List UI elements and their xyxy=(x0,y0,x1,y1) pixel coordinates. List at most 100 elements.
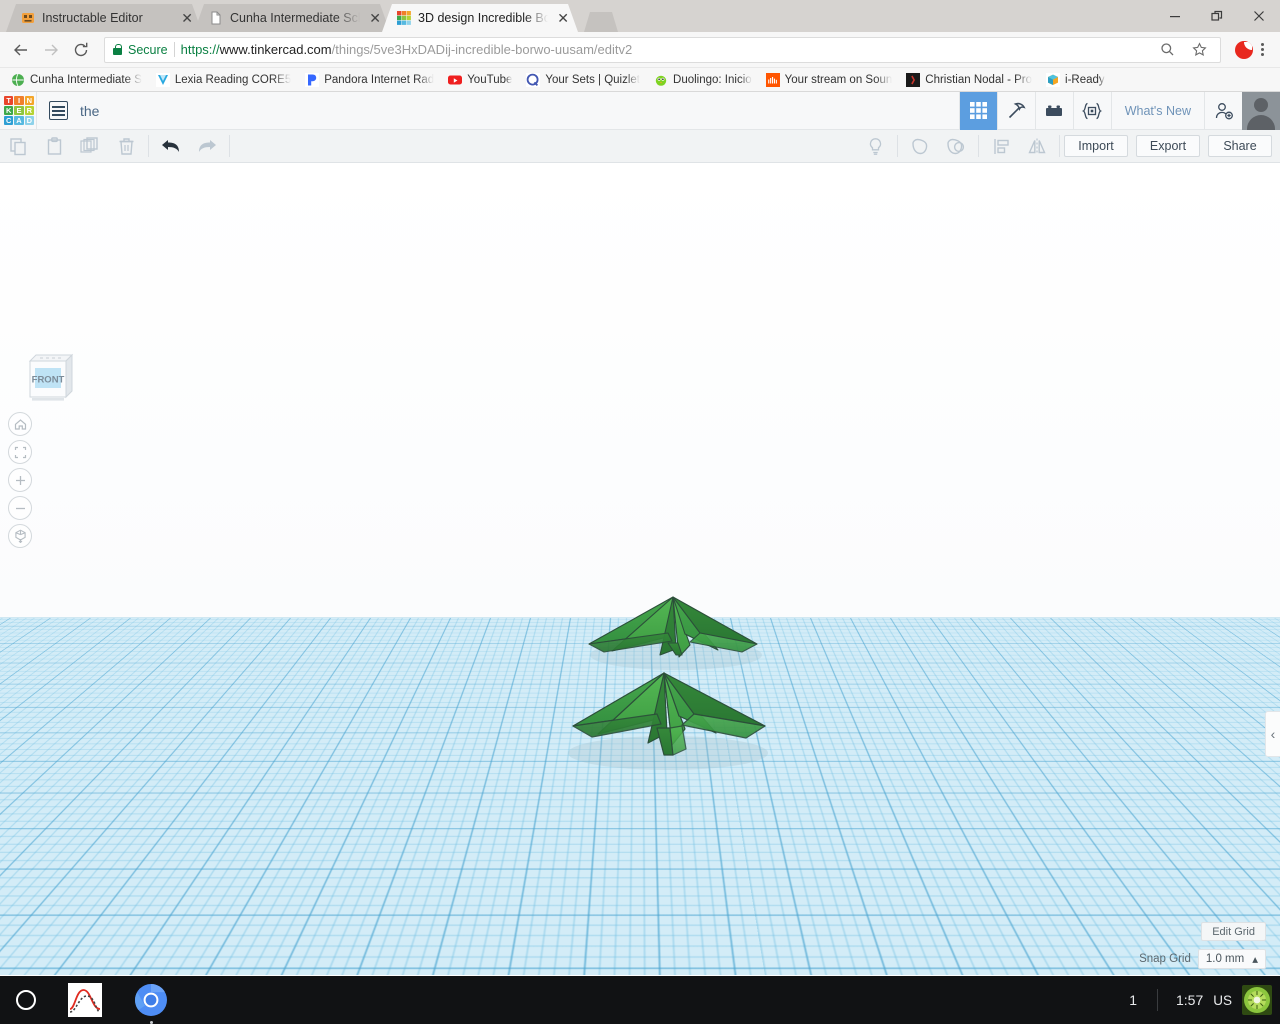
snap-grid-label: Snap Grid xyxy=(1139,953,1191,965)
logo-tile: I xyxy=(14,95,24,105)
browser-window: Instructable Editor ✕ Cunha Intermediate… xyxy=(0,0,1280,976)
bookmark-item[interactable]: Your stream on Soun xyxy=(759,70,900,90)
bookmark-item[interactable]: Lexia Reading CORE5 xyxy=(149,70,298,90)
url-input[interactable]: Secure https://www.tinkercad.com/things/… xyxy=(104,36,1221,63)
lightbulb-icon[interactable] xyxy=(857,130,893,163)
codeblocks-icon[interactable] xyxy=(1072,91,1111,130)
page-icon xyxy=(208,10,224,26)
perspective-toggle-icon[interactable] xyxy=(8,524,32,548)
import-button[interactable]: Import xyxy=(1064,135,1128,157)
mirror-icon[interactable] xyxy=(1019,130,1055,163)
profile-avatar[interactable] xyxy=(1235,40,1253,59)
snap-grid-select[interactable]: 1.0 mm ▴ xyxy=(1197,949,1266,969)
bookmark-item[interactable]: Christian Nodal - Pro xyxy=(899,70,1039,90)
tab-close-icon[interactable]: ✕ xyxy=(366,11,384,25)
copy-icon[interactable] xyxy=(0,130,36,163)
app-header: T I N K E R C A D the What's New xyxy=(0,91,1280,130)
zoom-in-icon[interactable] xyxy=(8,468,32,492)
header-divider xyxy=(36,91,37,130)
toolbar-divider xyxy=(229,135,230,157)
new-tab-button[interactable] xyxy=(584,12,618,32)
view-cube[interactable]: FRONT xyxy=(22,345,78,407)
bookmark-label: Your stream on Soun xyxy=(784,73,893,86)
tinkercad-logo[interactable]: T I N K E R C A D xyxy=(2,94,36,128)
clock[interactable]: 1:57 xyxy=(1158,992,1213,1008)
logo-tile: D xyxy=(24,116,34,126)
logo-tile: T xyxy=(4,95,14,105)
bookmark-item[interactable]: Your Sets | Quizlet xyxy=(519,70,647,90)
input-language[interactable]: US xyxy=(1213,993,1242,1008)
globe-icon xyxy=(11,73,25,87)
duolingo-owl-icon xyxy=(654,73,668,87)
reload-button[interactable] xyxy=(66,35,96,65)
tab-close-icon[interactable]: ✕ xyxy=(554,11,572,25)
3d-viewport[interactable]: Workplane xyxy=(0,163,1280,975)
bookmark-item[interactable]: YouTube xyxy=(441,70,519,90)
add-person-icon[interactable] xyxy=(1204,91,1242,130)
model-group[interactable] xyxy=(0,163,1280,975)
redo-icon[interactable] xyxy=(189,130,225,163)
logo-tile: C xyxy=(4,116,14,126)
chevron-up-icon: ▴ xyxy=(1252,954,1258,966)
three-dot-menu-icon[interactable] xyxy=(1259,43,1272,56)
kiwi-avatar[interactable] xyxy=(1242,985,1272,1015)
home-view-icon[interactable] xyxy=(8,412,32,436)
user-avatar[interactable] xyxy=(1242,91,1280,130)
align-icon[interactable] xyxy=(983,130,1019,163)
group-icon[interactable] xyxy=(902,130,938,163)
brick-icon[interactable] xyxy=(1034,91,1073,130)
undo-icon[interactable] xyxy=(153,130,189,163)
bookmark-label: Lexia Reading CORE5 xyxy=(174,73,292,86)
delete-icon[interactable] xyxy=(108,130,144,163)
address-bar: Secure https://www.tinkercad.com/things/… xyxy=(0,32,1280,68)
browser-tab-cunha[interactable]: Cunha Intermediate Sch ✕ xyxy=(194,4,390,32)
chrome-icon[interactable] xyxy=(134,983,168,1024)
bookmark-label: Christian Nodal - Pro xyxy=(925,73,1033,86)
browser-tab-tinkercad[interactable]: 3D design Incredible Bor ✕ xyxy=(382,4,578,32)
right-panel-toggle[interactable]: ‹ xyxy=(1265,711,1280,757)
toolbar-divider xyxy=(148,135,149,157)
restore-button[interactable] xyxy=(1196,0,1238,32)
header-tools: What's New xyxy=(958,91,1280,130)
bookmark-item[interactable]: Duolingo: Inicio xyxy=(647,70,759,90)
launcher-circle-icon[interactable] xyxy=(16,990,36,1010)
duplicate-icon[interactable] xyxy=(72,130,108,163)
design-grid-icon[interactable] xyxy=(958,91,997,130)
logo-tile: N xyxy=(24,95,34,105)
export-button[interactable]: Export xyxy=(1136,135,1200,157)
back-button[interactable] xyxy=(6,35,36,65)
pine-tree-shape-back xyxy=(588,596,758,658)
bookmark-star-icon[interactable] xyxy=(1186,37,1212,63)
bookmark-item[interactable]: Cunha Intermediate S xyxy=(4,70,149,90)
graph-app-icon[interactable] xyxy=(68,983,102,1017)
url-scheme: https:// xyxy=(180,42,220,57)
fit-to-view-icon[interactable] xyxy=(8,440,32,464)
toolbar-divider xyxy=(1059,135,1060,157)
ungroup-icon[interactable] xyxy=(938,130,974,163)
close-button[interactable] xyxy=(1238,0,1280,32)
tab-close-icon[interactable]: ✕ xyxy=(178,11,196,25)
shelf-status-area[interactable]: 1 1:57 US xyxy=(1109,985,1280,1015)
url-divider xyxy=(173,42,175,57)
project-menu-icon[interactable] xyxy=(49,101,68,120)
notification-count[interactable]: 1 xyxy=(1109,992,1157,1008)
search-icon[interactable] xyxy=(1154,37,1180,63)
bookmark-item[interactable]: Pandora Internet Rad xyxy=(298,70,441,90)
minimize-button[interactable] xyxy=(1154,0,1196,32)
edit-grid-button[interactable]: Edit Grid xyxy=(1201,922,1266,941)
browser-tab-instructable[interactable]: Instructable Editor ✕ xyxy=(6,4,202,32)
bookmark-label: Your Sets | Quizlet xyxy=(545,73,641,86)
whats-new-button[interactable]: What's New xyxy=(1110,91,1204,130)
pickaxe-icon[interactable] xyxy=(996,91,1035,130)
tinkercad-icon xyxy=(396,10,412,26)
bookmark-item[interactable]: i-Ready xyxy=(1039,70,1112,90)
snap-grid-control: Snap Grid 1.0 mm ▴ xyxy=(1139,949,1266,969)
bookmark-label: Duolingo: Inicio xyxy=(673,73,752,86)
os-taskbar: 1 1:57 US xyxy=(0,976,1280,1024)
paste-icon[interactable] xyxy=(36,130,72,163)
forward-button[interactable] xyxy=(36,35,66,65)
project-name-label[interactable]: the xyxy=(80,103,99,119)
zoom-out-icon[interactable] xyxy=(8,496,32,520)
share-button[interactable]: Share xyxy=(1208,135,1272,157)
logo-tile: K xyxy=(4,105,14,116)
